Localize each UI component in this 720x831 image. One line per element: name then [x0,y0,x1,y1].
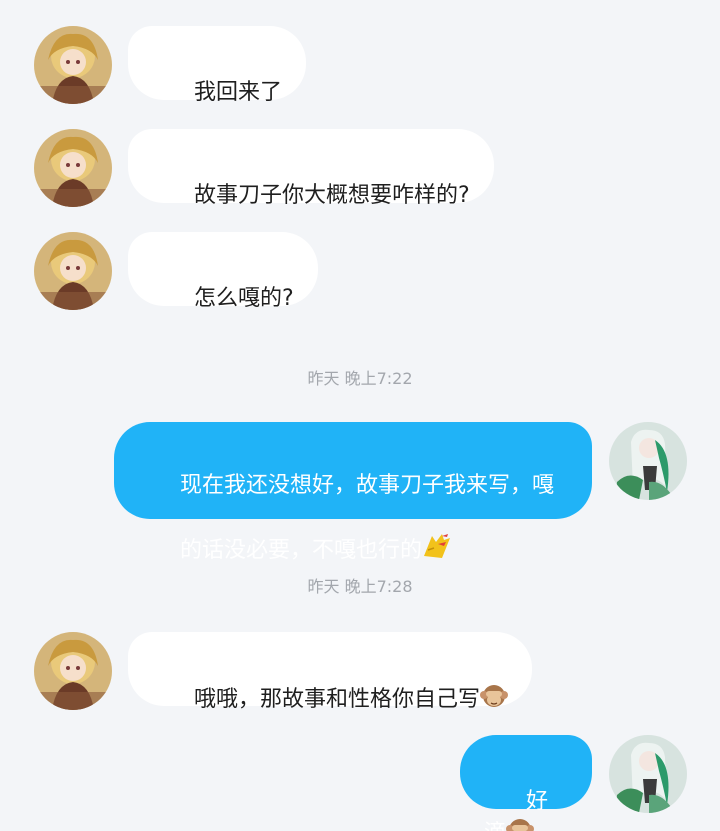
message-text: 哦哦，那故事和性格你自己写 [193,687,480,712]
avatar[interactable] [34,129,112,207]
see-no-evil-monkey-icon [506,817,535,831]
message-bubble[interactable]: 现在我还没想好，故事刀子我来写，嘎 的话没必要，不嘎也行的 [114,422,592,563]
avatar[interactable] [34,232,112,310]
message-text: 故事刀子你大概想要咋样的? [193,183,470,208]
message-bubble[interactable]: 好滴 [460,735,592,831]
message-bubble[interactable]: 我回来了 [128,26,306,105]
message-text-line-2: 的话没必要，不嘎也行的 [179,538,422,563]
avatar[interactable] [34,632,112,710]
avatar[interactable] [609,735,687,813]
message-text-line-1: 现在我还没想好，故事刀子我来写，嘎 [179,473,554,498]
message-bubble[interactable]: 哦哦，那故事和性格你自己写 [128,632,532,712]
avatar[interactable] [34,26,112,104]
message-text: 我回来了 [193,80,282,105]
message-text: 怎么嘎的? [193,286,294,311]
timestamp: 昨天 晚上7:28 [307,577,413,596]
zzz-sleeping-icon [422,532,452,569]
chat-view: 我回来了 故事刀子你大概想要咋样的? 怎么嘎的? 昨天 晚上7:22 现在我还没… [0,0,720,831]
avatar[interactable] [609,422,687,500]
message-bubble[interactable]: 怎么嘎的? [128,232,318,311]
message-bubble[interactable]: 故事刀子你大概想要咋样的? [128,129,494,208]
see-no-evil-monkey-icon [479,683,508,718]
timestamp: 昨天 晚上7:22 [307,369,413,388]
